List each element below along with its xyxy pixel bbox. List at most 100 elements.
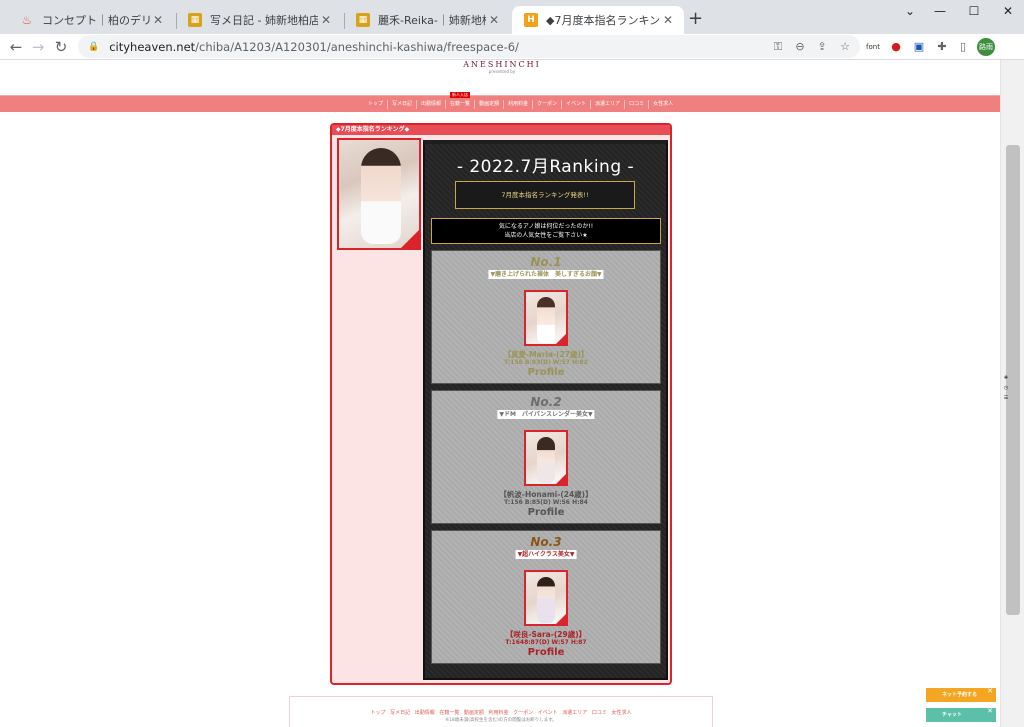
tab-favicon-icon: ♨	[21, 13, 33, 27]
tab-favicon-icon: ▦	[188, 13, 202, 27]
font-extension-icon[interactable]: font	[862, 39, 884, 55]
nav-item-schedule[interactable]: 出勤情報	[417, 100, 447, 109]
rank-number: No.1	[530, 255, 562, 269]
key-icon[interactable]: ⚿	[770, 39, 786, 55]
nav-item-diary[interactable]: 写メ日記	[388, 100, 418, 109]
nav-item-event[interactable]: イベント	[562, 100, 592, 109]
chat-button[interactable]: チャット ✕	[926, 707, 996, 722]
tab-title: コンセプト｜柏のデリヘル【姉新地】	[42, 14, 150, 27]
rank-card-1: No.1 ▼磨き上げられた裸体 美しすぎるお顔▼ 【真愛-Maria-(27歳)…	[431, 250, 661, 384]
ranking-title: - 2022.7月Ranking -	[456, 157, 635, 177]
tab-close-icon[interactable]: ✕	[150, 13, 166, 27]
address-bar[interactable]: 🔒 cityheaven.net/chiba/A1203/A120301/ane…	[78, 35, 860, 58]
extensions-puzzle-icon[interactable]: ✚	[934, 39, 950, 55]
forward-icon[interactable]: →	[28, 37, 48, 57]
page-viewport: ANESHINCHI presented by トップ 写メ日記 出勤情報 新人…	[0, 60, 1000, 727]
history-side-icon[interactable]: ◷	[1000, 385, 1012, 391]
featured-photo[interactable]	[337, 138, 421, 250]
rank-spec: T:156 B:85(D) W:56 H:84	[504, 499, 588, 506]
nav-item-coupon[interactable]: クーポン	[533, 100, 563, 109]
trend-micro-icon[interactable]: ●	[888, 39, 904, 55]
frame-title: ◆7月度本指名ランキング◆	[332, 125, 670, 135]
profile-avatar[interactable]: 路雨	[977, 38, 995, 56]
profile-link[interactable]: Profile	[432, 507, 660, 518]
logo-presented: presented by	[488, 69, 516, 74]
zoom-icon[interactable]: ⊖	[792, 39, 808, 55]
nav-list: トップ 写メ日記 出勤情報 新人入店 在籍一覧 動画定額 利用料金 クーポン イ…	[364, 92, 677, 113]
photo-figure	[537, 297, 555, 343]
announce-box: 7月度本指名ランキング発表!!	[455, 181, 635, 209]
rank-photo[interactable]	[524, 290, 568, 346]
rank-photo[interactable]	[524, 570, 568, 626]
browser-tab-2[interactable]: ▦ 麗禾-Reika-｜姉新地柏店 - デリヘル ✕	[344, 6, 510, 34]
tab-close-icon[interactable]: ✕	[660, 13, 676, 27]
photo-corner-ribbon	[556, 614, 566, 624]
photo-figure	[361, 148, 401, 244]
photo-figure	[537, 577, 555, 623]
rank-card-3: No.3 ▼超ハイクラス美女▼ 【咲良-Sara-(29歳)】 T:1648:8…	[431, 530, 661, 664]
reload-icon[interactable]: ↻	[51, 37, 71, 57]
photo-corner-ribbon	[556, 334, 566, 344]
new-tab-icon[interactable]: +	[688, 10, 703, 28]
rank-catchphrase: ▼ドM パイパンスレンダー美女▼	[497, 410, 595, 419]
new-girl-badge: 新人入店	[450, 92, 471, 98]
net-reserve-button[interactable]: ネット予約する ✕	[926, 687, 996, 702]
tab-title: 写メ日記 - 姉新地柏店｜柏発 デリヘル	[210, 14, 318, 27]
lock-icon[interactable]: 🔒	[88, 42, 99, 52]
translate-extension-icon[interactable]: ▣	[911, 39, 927, 55]
bookmark-side-icon[interactable]: ☰	[1000, 395, 1012, 401]
rank-card-2: No.2 ▼ドM パイパンスレンダー美女▼ 【帆波-Honami-(24歳)】 …	[431, 390, 661, 524]
nav-item-label: 在籍一覧	[450, 101, 471, 107]
browser-tab-0[interactable]: ♨ コンセプト｜柏のデリヘル【姉新地】 ✕	[8, 6, 174, 34]
tab-favicon-icon: ▦	[356, 13, 370, 27]
rank-photo[interactable]	[524, 430, 568, 486]
profile-link[interactable]: Profile	[432, 367, 660, 378]
rank-spec: T:1648:87(D) W:57 H:87	[505, 639, 587, 646]
side-tools: ✚ ◷ ☰	[1000, 375, 1012, 405]
tab-title: 麗禾-Reika-｜姉新地柏店 - デリヘル	[378, 14, 486, 27]
tab-close-icon[interactable]: ✕	[318, 13, 334, 27]
ranking-frame: ◆7月度本指名ランキング◆ - 2022.7月Ranking - 7月度本指名ラ…	[330, 123, 672, 685]
browser-tab-1[interactable]: ▦ 写メ日記 - 姉新地柏店｜柏発 デリヘル ✕	[176, 6, 342, 34]
notice-line-2: 当店の人気女性をご覧下さい★	[504, 232, 588, 239]
footer-note: ※18歳未満(高校生を含む)の方の閲覧はお断りします。	[445, 718, 557, 723]
url-text: cityheaven.net/chiba/A1203/A120301/anesh…	[109, 39, 519, 54]
nav-item-price[interactable]: 利用料金	[504, 100, 534, 109]
site-logo[interactable]: ANESHINCHI presented by	[452, 60, 552, 78]
float-button-label: ネット予約する	[942, 692, 978, 698]
nav-item-review[interactable]: 口コミ	[625, 100, 650, 109]
photo-corner-ribbon	[556, 474, 566, 484]
nav-item-top[interactable]: トップ	[364, 100, 389, 109]
photo-corner-ribbon	[401, 230, 419, 248]
global-nav: トップ 写メ日記 出勤情報 新人入店 在籍一覧 動画定額 利用料金 クーポン イ…	[0, 92, 1000, 113]
back-icon[interactable]: ←	[6, 37, 26, 57]
side-panel-icon[interactable]: ▯	[955, 39, 971, 55]
rank-catchphrase: ▼超ハイクラス美女▼	[515, 550, 577, 559]
tab-title: ◆7月度本指名ランキング◆：姉新地	[546, 14, 660, 27]
float-button-label: チャット	[942, 712, 962, 718]
rank-number: No.2	[530, 395, 562, 409]
notice-box: 気になるアノ娘は何位だったのか!! 当店の人気女性をご覧下さい★	[431, 218, 661, 244]
close-icon[interactable]: ✕	[987, 684, 993, 698]
rank-number: No.3	[530, 535, 562, 549]
nav-item-girls[interactable]: 新人入店 在籍一覧	[446, 92, 476, 109]
share-side-icon[interactable]: ✚	[1000, 375, 1012, 381]
nav-item-video[interactable]: 動画定額	[475, 100, 505, 109]
close-icon[interactable]: ✕	[987, 704, 993, 718]
footer-links[interactable]: トップ 写メ日記 出勤情報 在籍一覧 動画定額 利用料金 クーポン イベント 派…	[290, 709, 712, 716]
rank-catchphrase: ▼磨き上げられた裸体 美しすぎるお顔▼	[488, 270, 604, 279]
browser-tab-3-active[interactable]: H ◆7月度本指名ランキング◆：姉新地 ✕	[512, 6, 684, 34]
rank-spec: T:156 B:83(D) W:57 H:82	[504, 359, 588, 366]
share-icon[interactable]: ⇪	[814, 39, 830, 55]
photo-figure	[537, 437, 555, 483]
profile-link[interactable]: Profile	[432, 647, 660, 658]
tab-favicon-icon: H	[524, 13, 538, 27]
nav-item-recruit[interactable]: 女性求人	[649, 100, 677, 109]
logo-brand: ANESHINCHI	[463, 60, 541, 69]
browser-tab-bar: ♨ コンセプト｜柏のデリヘル【姉新地】 ✕ ▦ 写メ日記 - 姉新地柏店｜柏発 …	[0, 0, 1024, 34]
bookmark-star-icon[interactable]: ☆	[837, 39, 853, 55]
page-footer: トップ 写メ日記 出勤情報 在籍一覧 動画定額 利用料金 クーポン イベント 派…	[289, 696, 713, 727]
close-window-icon[interactable]: ✕	[988, 0, 1024, 22]
nav-item-area[interactable]: 派遣エリア	[591, 100, 626, 109]
tab-close-icon[interactable]: ✕	[486, 13, 502, 27]
